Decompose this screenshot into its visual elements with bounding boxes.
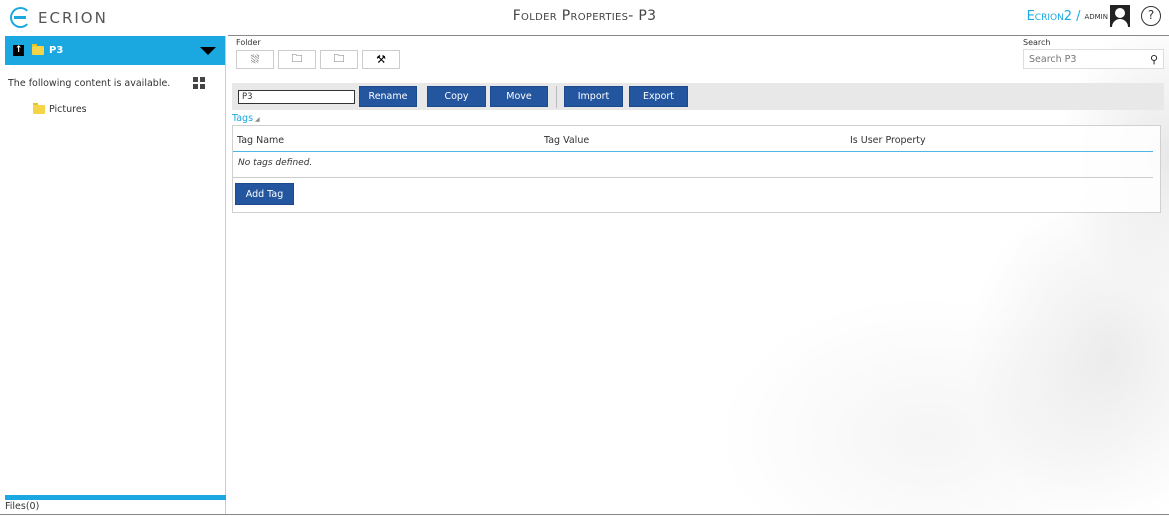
column-tag-name: Tag Name [237,135,285,146]
folder-name-input[interactable] [238,89,355,104]
new-folder-button[interactable]: 🗀 [278,50,316,69]
caret-down-icon[interactable] [200,47,216,55]
search-box[interactable]: ⚲ [1023,49,1164,69]
help-icon[interactable]: ? [1141,6,1161,26]
column-tag-value: Tag Value [544,135,590,146]
tools-icon: ⚒ [376,53,386,66]
tree-item-pictures[interactable]: Pictures [33,103,87,115]
search-area: Search ⚲ [1023,38,1164,69]
toolbar-group-label: Folder [236,38,261,47]
files-count[interactable]: Files(0) [5,501,39,512]
sidebar: ↑ P3 The following content is available.… [5,36,226,514]
new-subfolder-icon: 🗀 [333,52,345,65]
user-area: Ecrion2 / admin ? [1027,5,1161,27]
top-bar: ECRION Folder Properties- P3 Ecrion2 / a… [0,0,1169,35]
page-title: Folder Properties- P3 [512,8,657,24]
tree-item-label: Pictures [49,104,87,115]
tags-divider [233,177,1153,178]
search-icon[interactable]: ⚲ [1150,53,1158,66]
sidebar-footer-bar [5,495,226,500]
user-avatar-icon[interactable] [1110,5,1130,27]
import-button[interactable]: Import [564,86,623,107]
current-folder-name: P3 [49,45,64,56]
rename-button[interactable]: Rename [359,86,417,107]
upload-cloud-icon: ⛆ [250,52,260,66]
availability-text: The following content is available. [8,78,171,89]
toolbar-separator [556,85,557,108]
main-content: Folder ⛆ 🗀 🗀 ⚒ Search ⚲ Rename Copy Move… [228,36,1169,514]
column-is-user-property: Is User Property [850,135,926,146]
folder-icon [33,103,45,114]
new-subfolder-button[interactable]: 🗀 [320,50,358,69]
move-button[interactable]: Move [490,86,548,107]
action-bar: Rename Copy Move Import Export [232,83,1164,110]
search-input[interactable] [1029,53,1139,65]
search-label: Search [1023,38,1051,47]
copy-button[interactable]: Copy [427,86,486,107]
folder-icon [32,44,44,55]
export-button[interactable]: Export [629,86,688,107]
sidebar-header: ↑ P3 [5,36,225,65]
tags-toggle[interactable]: Tags ◢ [232,113,260,124]
tags-title: Tags [232,113,254,124]
folder-toolbar: Folder ⛆ 🗀 🗀 ⚒ [236,38,400,69]
env-separator: / [1076,8,1081,24]
add-tag-button[interactable]: Add Tag [235,183,294,205]
empty-tags-message: No tags defined. [238,158,313,168]
grid-view-icon[interactable] [193,77,205,89]
environment-link[interactable]: Ecrion2 [1027,9,1073,24]
upload-button[interactable]: ⛆ [236,50,274,69]
up-arrow-icon[interactable]: ↑ [13,45,24,56]
tags-table-header: Tag Name Tag Value Is User Property [233,126,1153,152]
new-folder-icon: 🗀 [291,52,303,65]
tools-button[interactable]: ⚒ [362,50,400,69]
collapse-arrow-icon: ◢ [255,116,260,123]
bottom-divider [0,514,1169,515]
user-name[interactable]: admin [1084,11,1108,22]
tags-panel: Tag Name Tag Value Is User Property No t… [232,125,1161,213]
